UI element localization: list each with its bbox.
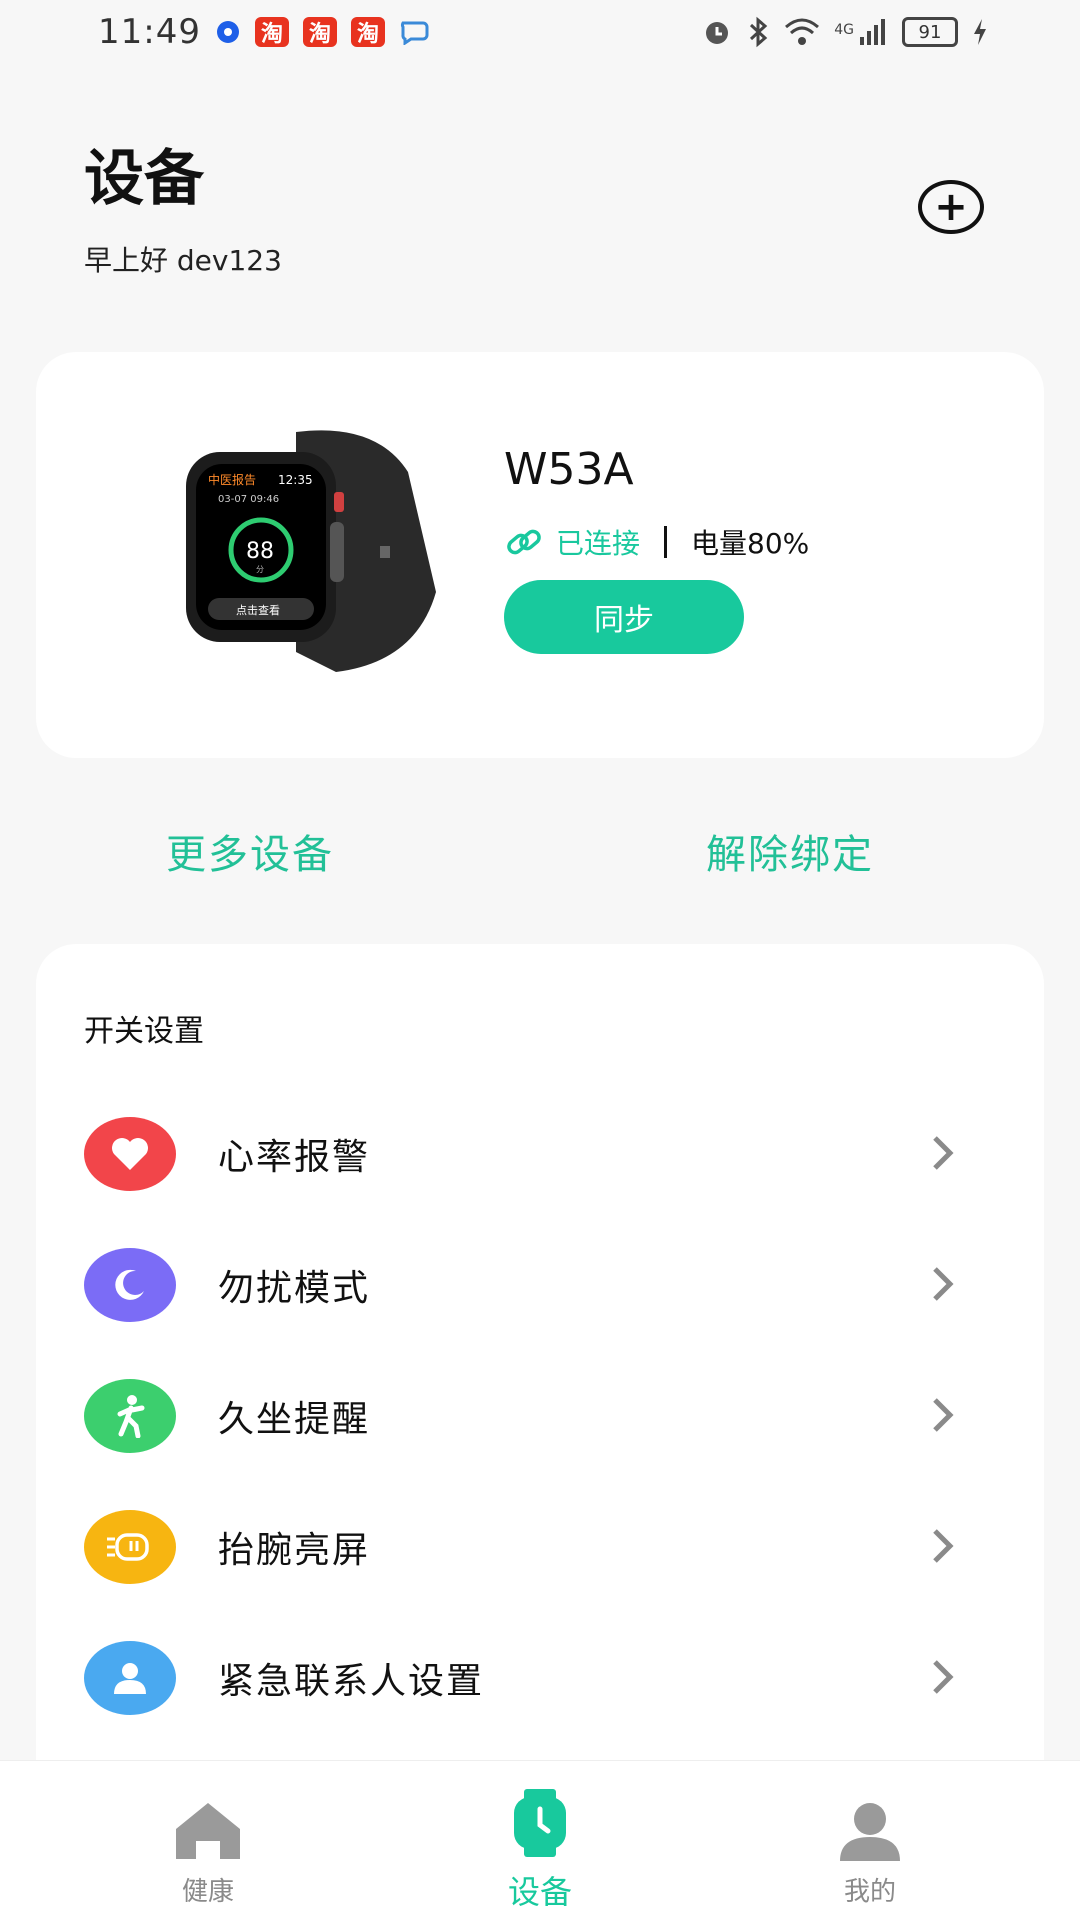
signal-icon [860,19,885,45]
setting-label: 心率报警 [218,1137,371,1178]
profile-icon [840,1803,900,1861]
settings-card: 开关设置 心率报警 勿扰模式 久坐提醒 抬腕亮屏 紧急联系人设置 [36,944,1044,1764]
bottom-nav: 健康 设备 我的 [0,1760,1080,1920]
person-icon [84,1641,176,1715]
sync-button[interactable]: 同步 [504,580,744,654]
greeting-text: 早上好 dev123 [84,244,282,277]
setting-label: 久坐提醒 [218,1399,371,1440]
setting-raise-to-wake[interactable]: 抬腕亮屏 [84,1509,994,1585]
watch-screen-score: 88 [246,539,274,564]
page-title: 设备 [84,144,204,214]
heart-icon [84,1117,176,1191]
plus-circle-icon: + [934,184,968,230]
device-battery: 电量80% [691,527,810,560]
chevron-right-icon [933,1660,954,1694]
wrist-raise-icon [84,1510,176,1584]
network-type: 4G [834,22,854,38]
chevron-right-icon [933,1136,954,1170]
add-device-button[interactable]: + [918,180,984,234]
chat-bubble-icon [400,21,429,45]
setting-label: 抬腕亮屏 [218,1530,371,1571]
notification-icon [216,21,239,43]
setting-do-not-disturb[interactable]: 勿扰模式 [84,1247,994,1323]
nav-item-device[interactable]: 设备 [440,1761,640,1920]
link-icon [507,529,541,555]
device-name: W53A [504,444,634,495]
walking-person-icon [84,1379,176,1453]
nav-label: 我的 [843,1877,896,1907]
device-status: 已连接 电量80% [504,522,809,562]
status-time: 11:49 [98,12,201,52]
watch-screen-title: 中医报告 [208,472,256,487]
taobao-app-icon: 淘 [254,17,289,47]
nav-item-health[interactable]: 健康 [108,1761,308,1920]
bluetooth-icon [750,16,768,48]
watch-screen-unit: 分 [256,565,264,574]
alarm-icon [706,22,729,44]
setting-label: 紧急联系人设置 [218,1661,485,1702]
header: 设备 早上好 dev123 [84,130,282,279]
wifi-icon [785,18,820,45]
battery-indicator: 91 [902,17,958,47]
device-card[interactable]: 中医报告 12:35 03-07 09:46 88 分 点击查看 W53A 已连… [36,352,1044,758]
chevron-right-icon [933,1398,954,1432]
unbind-link[interactable]: 解除绑定 [706,822,874,880]
nav-label: 设备 [507,1873,572,1911]
watch-screen-time: 12:35 [278,473,313,487]
watch-screen-button: 点击查看 [236,603,280,617]
chevron-right-icon [933,1267,954,1301]
taobao-app-icon: 淘 [350,17,385,47]
charging-icon [974,19,986,45]
setting-sedentary-reminder[interactable]: 久坐提醒 [84,1378,994,1454]
status-divider [664,526,668,558]
setting-label: 勿扰模式 [218,1268,371,1309]
watch-image: 中医报告 12:35 03-07 09:46 88 分 点击查看 [186,430,436,672]
status-left: 11:49 淘 淘 淘 [98,12,431,52]
taobao-app-icon: 淘 [302,17,337,47]
status-right: 4G 91 [700,16,988,48]
nav-item-mine[interactable]: 我的 [770,1761,970,1920]
home-icon [176,1803,240,1859]
setting-heart-rate-alarm[interactable]: 心率报警 [84,1116,994,1192]
more-devices-link[interactable]: 更多设备 [166,822,334,880]
watch-icon [514,1789,566,1857]
moon-icon [84,1248,176,1322]
status-bar: 11:49 淘 淘 淘 4G 91 [0,0,1080,64]
chevron-right-icon [933,1529,954,1563]
settings-title: 开关设置 [84,1014,204,1049]
watch-screen-date: 03-07 09:46 [218,494,279,505]
setting-emergency-contact[interactable]: 紧急联系人设置 [84,1640,994,1716]
nav-label: 健康 [181,1877,234,1907]
connection-status: 已连接 [556,527,641,560]
